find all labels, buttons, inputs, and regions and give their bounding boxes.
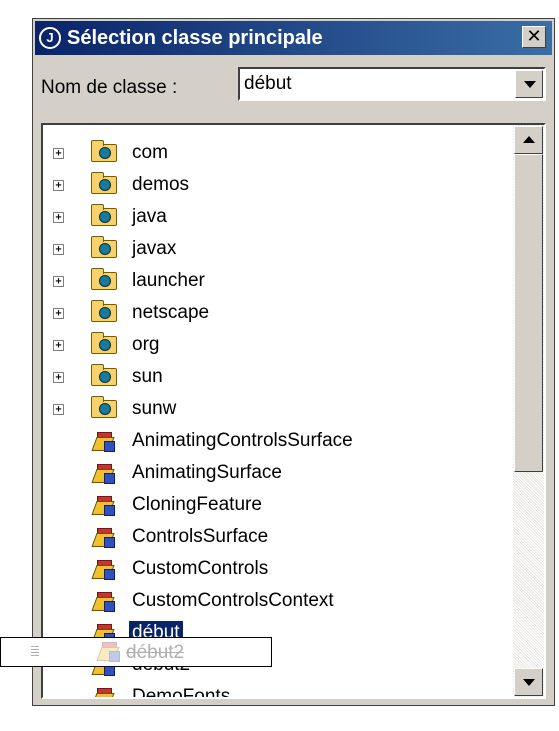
tree-package-item[interactable]: + sunw [43, 393, 513, 425]
tree-class-item[interactable]: DemoFonts [43, 681, 513, 699]
tree-item-label: sun [132, 366, 163, 387]
class-cube-icon [91, 462, 115, 484]
classname-label: Nom de classe : [41, 77, 178, 98]
tree-item-label: com [132, 142, 168, 163]
package-folder-icon [91, 204, 117, 226]
expand-icon[interactable]: + [53, 243, 64, 255]
drag-grip-icon [31, 646, 39, 658]
expand-icon[interactable]: + [53, 179, 64, 191]
vertical-scrollbar[interactable] [513, 125, 544, 697]
class-cube-icon [91, 526, 115, 548]
class-tree-panel: + com + demos + java + javax + launcher + netscape +… [41, 123, 546, 699]
title-bar[interactable]: Sélection classe principale ✕ [35, 21, 552, 55]
tree-class-item[interactable]: CustomControlsContext [43, 585, 513, 617]
tree-item-label: org [132, 334, 160, 355]
expand-icon[interactable]: + [53, 307, 64, 319]
package-folder-icon [91, 396, 117, 418]
tree-item-label: AnimatingControlsSurface [132, 430, 353, 451]
tree-item-label: ControlsSurface [132, 526, 269, 547]
drag-ghost-label: début2 [126, 642, 185, 663]
tree-class-item[interactable]: AnimatingControlsSurface [43, 425, 513, 457]
package-folder-icon [91, 236, 117, 258]
dialog-title: Sélection classe principale [67, 26, 323, 49]
java-app-icon [39, 27, 61, 49]
tree-item-label: demos [132, 174, 190, 195]
tree-item-label: CustomControls [132, 558, 269, 579]
combobox-dropdown-button[interactable] [515, 70, 543, 98]
tree-item-label: javax [132, 238, 177, 259]
tree-package-item[interactable]: + netscape [43, 297, 513, 329]
package-folder-icon [91, 332, 117, 354]
tree-item-label: netscape [132, 302, 210, 323]
expand-icon[interactable]: + [53, 403, 64, 415]
class-cube-icon [91, 494, 115, 516]
package-folder-icon [91, 172, 117, 194]
tree-package-item[interactable]: + sun [43, 361, 513, 393]
class-cube-icon [91, 558, 115, 580]
tree-item-label: CustomControlsContext [132, 590, 334, 611]
class-tree[interactable]: + com + demos + java + javax + launcher + netscape +… [43, 125, 513, 697]
tree-package-item[interactable]: + java [43, 201, 513, 233]
class-cube-icon [91, 590, 115, 612]
tree-class-item[interactable]: CustomControls [43, 553, 513, 585]
scroll-down-button[interactable] [514, 668, 543, 696]
tree-item-label: launcher [132, 270, 205, 291]
close-button[interactable]: ✕ [522, 26, 546, 48]
tree-item-label: CloningFeature [132, 494, 262, 515]
package-folder-icon [91, 364, 117, 386]
drag-ghost: début2 [0, 637, 272, 667]
class-cube-icon [96, 640, 120, 662]
expand-icon[interactable]: + [53, 371, 64, 383]
expand-icon[interactable]: + [53, 275, 64, 287]
scrollbar-thumb[interactable] [514, 154, 543, 472]
tree-item-label: java [132, 206, 167, 227]
class-selection-dialog: Sélection classe principale ✕ Nom de cla… [32, 18, 555, 706]
tree-package-item[interactable]: + org [43, 329, 513, 361]
tree-item-label: sunw [132, 398, 177, 419]
tree-package-item[interactable]: + javax [43, 233, 513, 265]
package-folder-icon [91, 268, 117, 290]
tree-package-item[interactable]: + demos [43, 169, 513, 201]
tree-class-item[interactable]: AnimatingSurface [43, 457, 513, 489]
package-folder-icon [91, 300, 117, 322]
expand-icon[interactable]: + [53, 211, 64, 223]
expand-icon[interactable]: + [53, 147, 64, 159]
scroll-up-button[interactable] [514, 126, 543, 154]
classname-input[interactable] [242, 71, 512, 97]
tree-package-item[interactable]: + com [43, 137, 513, 169]
expand-icon[interactable]: + [53, 339, 64, 351]
package-folder-icon [91, 140, 117, 162]
class-cube-icon [91, 430, 115, 452]
class-cube-icon [91, 686, 115, 697]
classname-combobox[interactable] [238, 67, 546, 101]
tree-class-item[interactable]: ControlsSurface [43, 521, 513, 553]
tree-item-label: DemoFonts [132, 686, 231, 699]
tree-item-label: AnimatingSurface [132, 462, 282, 483]
tree-package-item[interactable]: + launcher [43, 265, 513, 297]
tree-class-item[interactable]: CloningFeature [43, 489, 513, 521]
